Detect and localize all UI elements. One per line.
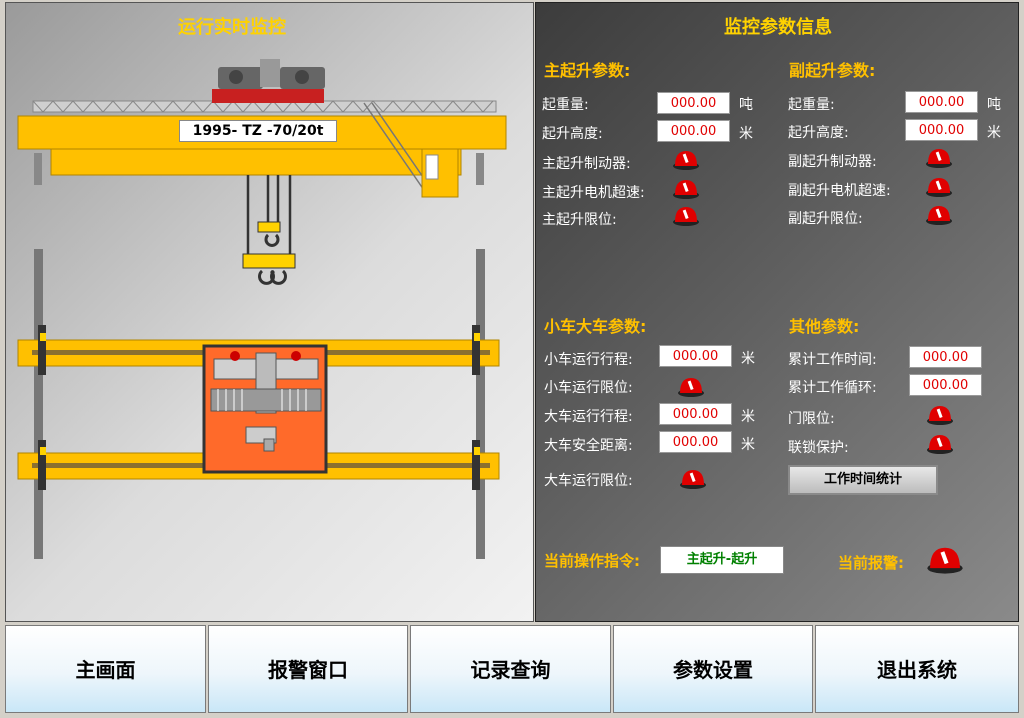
bridge-travel-unit: 米 bbox=[741, 409, 755, 425]
trolley-bridge-title: 小车大车参数: bbox=[544, 317, 647, 336]
nav-record-query-button[interactable]: 记录查询 bbox=[410, 625, 611, 713]
main-overspeed-label: 主起升电机超速: bbox=[542, 185, 645, 201]
aux-weight-unit: 吨 bbox=[987, 97, 1001, 113]
current-cmd-value: 主起升-起升 bbox=[660, 546, 784, 574]
current-alarm-label: 当前报警: bbox=[838, 554, 904, 572]
main-limit-lamp-icon bbox=[673, 207, 699, 226]
nav-param-settings-button[interactable]: 参数设置 bbox=[613, 625, 813, 713]
main-limit-label: 主起升限位: bbox=[542, 212, 617, 228]
crane-elevation-diagram bbox=[17, 59, 507, 559]
main-weight-label: 起重量: bbox=[542, 97, 589, 113]
main-weight-value: 000.00 bbox=[657, 92, 730, 114]
aux-overspeed-lamp-icon bbox=[926, 178, 952, 197]
trolley-travel-value: 000.00 bbox=[659, 345, 732, 367]
trolley-travel-label: 小车运行行程: bbox=[544, 352, 633, 368]
aux-brake-lamp-icon bbox=[926, 149, 952, 168]
bottom-nav: 主画面 报警窗口 记录查询 参数设置 退出系统 bbox=[5, 625, 1019, 713]
main-height-value: 000.00 bbox=[657, 120, 730, 142]
aux-height-unit: 米 bbox=[987, 125, 1001, 141]
nav-main-screen-button[interactable]: 主画面 bbox=[5, 625, 206, 713]
aux-hoist-title: 副起升参数: bbox=[789, 61, 876, 80]
other-params-title: 其他参数: bbox=[789, 317, 860, 336]
top-trolley bbox=[212, 59, 325, 103]
aux-weight-value: 000.00 bbox=[905, 91, 978, 113]
main-height-label: 起升高度: bbox=[542, 126, 603, 142]
main-weight-unit: 吨 bbox=[739, 97, 753, 113]
work-time-label: 累计工作时间: bbox=[788, 352, 877, 368]
main-overspeed-lamp-icon bbox=[673, 180, 699, 199]
door-limit-label: 门限位: bbox=[788, 411, 835, 427]
work-cycle-value: 000.00 bbox=[909, 374, 982, 396]
monitor-params-panel: 监控参数信息 主起升参数: 起重量: 000.00 吨 起升高度: 000.00… bbox=[535, 2, 1019, 622]
crane-nameplate: 1995- TZ -70/20t bbox=[179, 120, 337, 142]
work-time-value: 000.00 bbox=[909, 346, 982, 368]
aux-brake-label: 副起升制动器: bbox=[788, 154, 877, 170]
nav-alarm-window-button[interactable]: 报警窗口 bbox=[208, 625, 408, 713]
aux-limit-lamp-icon bbox=[926, 206, 952, 225]
aux-weight-label: 起重量: bbox=[788, 97, 835, 113]
bridge-safety-value: 000.00 bbox=[659, 431, 732, 453]
current-cmd-label: 当前操作指令: bbox=[544, 552, 640, 570]
aux-limit-label: 副起升限位: bbox=[788, 211, 863, 227]
bridge-safety-unit: 米 bbox=[741, 437, 755, 453]
work-time-stats-button[interactable]: 工作时间统计 bbox=[788, 465, 938, 495]
work-cycle-label: 累计工作循环: bbox=[788, 380, 877, 396]
bridge-safety-label: 大车安全距离: bbox=[544, 438, 633, 454]
nav-exit-system-button[interactable]: 退出系统 bbox=[815, 625, 1019, 713]
trolley-travel-unit: 米 bbox=[741, 351, 755, 367]
main-brake-label: 主起升制动器: bbox=[542, 156, 631, 172]
bridge-limit-lamp-icon bbox=[680, 470, 706, 489]
door-limit-lamp-icon bbox=[927, 406, 953, 425]
aux-height-value: 000.00 bbox=[905, 119, 978, 141]
main-brake-lamp-icon bbox=[673, 151, 699, 170]
aux-overspeed-label: 副起升电机超速: bbox=[788, 183, 891, 199]
interlock-lamp-icon bbox=[927, 435, 953, 454]
interlock-label: 联锁保护: bbox=[788, 440, 849, 456]
bridge-limit-label: 大车运行限位: bbox=[544, 473, 633, 489]
realtime-monitor-panel: 运行实时监控 1995- TZ -70/20t bbox=[5, 2, 534, 622]
trolley-limit-lamp-icon bbox=[678, 378, 704, 397]
main-hoist-title: 主起升参数: bbox=[544, 61, 631, 80]
bridge-travel-value: 000.00 bbox=[659, 403, 732, 425]
current-alarm-lamp-icon bbox=[927, 547, 963, 574]
aux-height-label: 起升高度: bbox=[788, 125, 849, 141]
monitor-params-title: 监控参数信息 bbox=[724, 17, 832, 38]
main-hook-block bbox=[242, 253, 296, 269]
main-height-unit: 米 bbox=[739, 126, 753, 142]
trolley-limit-label: 小车运行限位: bbox=[544, 380, 633, 396]
bridge-travel-label: 大车运行行程: bbox=[544, 409, 633, 425]
